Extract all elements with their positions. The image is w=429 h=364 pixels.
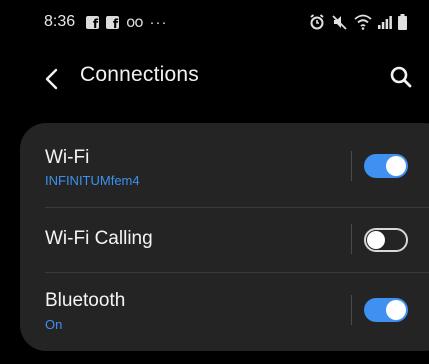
more-icon: ··· [149,13,168,31]
wifi-row[interactable]: Wi-Fi INFINITUMfem4 [20,123,429,199]
wifi-toggle[interactable] [364,154,408,178]
row-divider [351,224,352,254]
bluetooth-label: Bluetooth [45,290,126,311]
bluetooth-row[interactable]: Bluetooth On [20,272,429,348]
facebook-icon [106,15,120,31]
toggle-knob [367,231,385,249]
toggle-knob [386,156,406,176]
status-bar-left: 8:36 oo ··· [44,13,168,31]
search-icon[interactable] [388,64,414,90]
bluetooth-toggle[interactable] [364,298,408,322]
connections-card: Wi-Fi INFINITUMfem4 Wi-Fi Calling Blueto… [20,123,429,351]
wifi-label: Wi-Fi [45,147,90,168]
facebook-icon [86,15,100,31]
app-header: Connections [0,46,429,110]
wifi-network-name: INFINITUMfem4 [45,173,140,188]
wifi-calling-toggle[interactable] [364,228,408,252]
bluetooth-status: On [45,317,63,332]
status-bar: 8:36 oo ··· [0,0,429,44]
back-arrow-icon[interactable] [40,66,66,92]
battery-icon [398,14,407,30]
wifi-calling-label: Wi-Fi Calling [45,228,153,249]
wifi-icon [354,14,372,30]
signal-icon [378,16,392,29]
row-divider [351,151,352,181]
page-title: Connections [80,63,199,86]
row-divider [351,295,352,325]
toggle-knob [386,300,406,320]
mute-icon [332,15,347,30]
voicemail-icon: oo [126,13,143,31]
alarm-icon [310,14,324,30]
status-bar-right [309,14,407,30]
status-time: 8:36 [44,13,76,30]
